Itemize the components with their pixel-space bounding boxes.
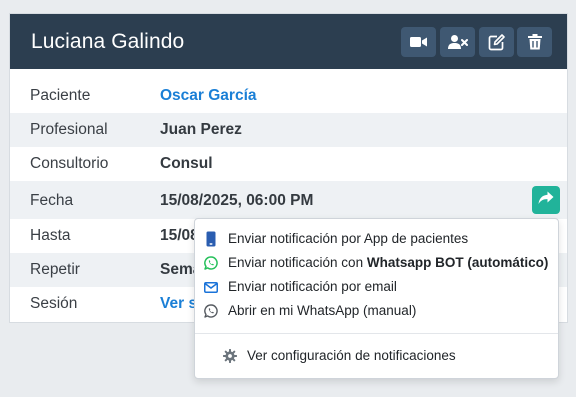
menu-item-whatsapp-manual[interactable]: Abrir en mi WhatsApp (manual) xyxy=(195,299,558,323)
consultorio-value: Consul xyxy=(160,155,213,172)
hasta-value: 15/08 xyxy=(160,227,199,244)
menu-divider xyxy=(195,333,558,334)
fecha-value: 15/08/2025, 06:00 PM xyxy=(160,192,314,209)
menu-item-notification-settings[interactable]: Ver configuración de notificaciones xyxy=(195,344,558,368)
menu-item-email-label: Enviar notificación por email xyxy=(228,279,397,294)
gear-icon xyxy=(222,348,238,364)
edit-icon xyxy=(488,33,505,51)
whatsapp-outline-icon xyxy=(203,303,219,319)
row-paciente: Paciente Oscar García xyxy=(10,79,567,113)
repetir-label: Repetir xyxy=(30,261,80,278)
user-remove-icon xyxy=(447,34,468,50)
share-notification-button[interactable] xyxy=(532,186,560,214)
consultorio-label: Consultorio xyxy=(30,155,109,172)
sesion-label: Sesión xyxy=(30,295,78,312)
menu-item-email-notification[interactable]: Enviar notificación por email xyxy=(195,275,558,299)
notification-dropdown-menu: Enviar notificación por App de pacientes… xyxy=(194,218,559,379)
card-header: Luciana Galindo xyxy=(10,14,567,69)
share-icon xyxy=(538,191,554,210)
menu-item-app-label: Enviar notificación por App de pacientes xyxy=(228,231,469,246)
edit-button[interactable] xyxy=(479,27,514,57)
video-icon xyxy=(409,35,428,49)
fecha-label: Fecha xyxy=(30,192,74,209)
profesional-value: Juan Perez xyxy=(160,121,242,138)
menu-item-whatsapp-manual-label: Abrir en mi WhatsApp (manual) xyxy=(228,303,417,318)
paciente-label: Paciente xyxy=(30,87,91,104)
menu-item-settings-label: Ver configuración de notificaciones xyxy=(247,348,456,363)
hasta-label: Hasta xyxy=(30,227,71,244)
menu-item-app-notification[interactable]: Enviar notificación por App de pacientes xyxy=(195,227,558,251)
sesion-link[interactable]: Ver s xyxy=(160,295,197,313)
whatsapp-bot-emphasis: Whatsapp BOT (automático) xyxy=(366,255,549,270)
whatsapp-icon xyxy=(203,255,219,271)
delete-button[interactable] xyxy=(517,27,552,57)
profesional-label: Profesional xyxy=(30,121,108,138)
remove-patient-button[interactable] xyxy=(440,27,475,57)
row-profesional: Profesional Juan Perez xyxy=(10,113,567,147)
row-fecha: Fecha 15/08/2025, 06:00 PM xyxy=(10,181,567,219)
patient-name-title: Luciana Galindo xyxy=(31,30,185,53)
mobile-phone-icon xyxy=(203,231,219,247)
menu-item-whatsapp-bot-label: Enviar notificación con Whatsapp BOT (au… xyxy=(228,255,548,271)
menu-item-whatsapp-bot[interactable]: Enviar notificación con Whatsapp BOT (au… xyxy=(195,251,558,275)
whatsapp-bot-prefix: Enviar notificación con xyxy=(228,255,367,270)
paciente-link[interactable]: Oscar García xyxy=(160,87,257,105)
trash-icon xyxy=(527,34,542,50)
row-consultorio: Consultorio Consul xyxy=(10,147,567,181)
envelope-icon xyxy=(203,279,219,295)
video-call-button[interactable] xyxy=(401,27,436,57)
